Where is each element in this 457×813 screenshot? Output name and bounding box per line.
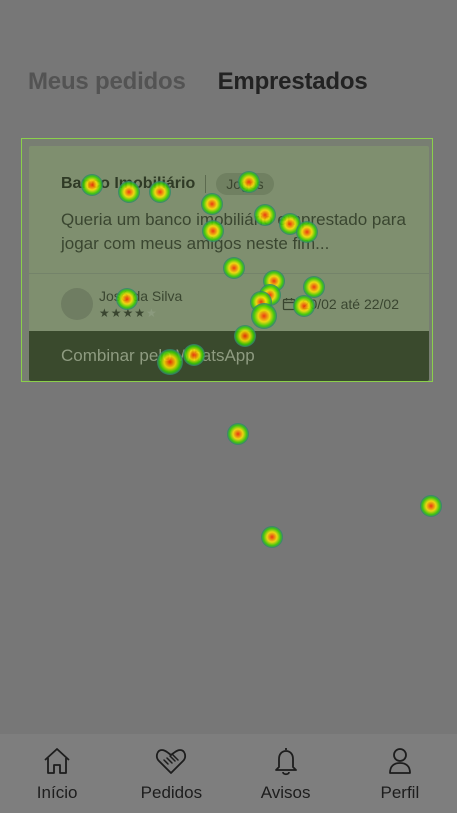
card-meta: José da Silva ★★★★★ 20/02 até 22/02 (61, 284, 399, 324)
owner-block: José da Silva ★★★★★ (99, 288, 182, 320)
nav-label-orders: Pedidos (140, 782, 203, 802)
order-card[interactable]: Banco Imobiliário Jogos Queria um banco … (29, 146, 429, 381)
rating-empty: ★ (146, 306, 158, 320)
bottom-nav: Início Pedidos Avisos Perfil (0, 734, 457, 813)
nav-label-notices: Avisos (260, 782, 311, 802)
rating-stars: ★★★★★ (99, 306, 182, 320)
owner-name: José da Silva (99, 288, 183, 304)
card-description: Queria um banco imobiliário emprestado p… (61, 210, 406, 253)
nav-item-profile[interactable]: Perfil (350, 745, 450, 803)
date-range-text: 20/02 até 22/02 (301, 296, 399, 312)
heatmap-dot (261, 526, 283, 548)
card-header: Banco Imobiliário Jogos Queria um banco … (29, 146, 429, 256)
date-range: 20/02 até 22/02 (282, 296, 399, 312)
home-icon (41, 745, 73, 777)
whatsapp-button[interactable]: Combinar pelo WhatsApp (29, 331, 429, 381)
category-tag: Jogos (216, 173, 274, 195)
title-divider (205, 175, 207, 193)
nav-item-notices[interactable]: Avisos (236, 745, 336, 803)
tab-borrowed[interactable]: Emprestados (218, 68, 368, 96)
card-divider (29, 273, 429, 274)
user-icon (385, 745, 415, 777)
screen: Meus pedidos Emprestados Banco Imobiliár… (0, 0, 457, 813)
avatar (61, 288, 93, 320)
nav-item-home[interactable]: Início (7, 745, 107, 803)
nav-label-home: Início (36, 782, 78, 802)
card-title-row: Banco Imobiliário Jogos (61, 170, 397, 198)
nav-label-profile: Perfil (380, 782, 420, 802)
heatmap-dot (420, 495, 442, 517)
nav-item-orders[interactable]: Pedidos (121, 745, 221, 803)
rating-filled: ★★★★ (99, 306, 147, 320)
card-title: Banco Imobiliário (61, 175, 196, 192)
heatmap-dot (227, 423, 249, 445)
tab-my-orders[interactable]: Meus pedidos (28, 68, 186, 96)
bell-icon (271, 745, 301, 777)
tabs: Meus pedidos Emprestados (28, 64, 437, 100)
handshake-icon (154, 745, 188, 777)
calendar-icon (282, 297, 296, 311)
